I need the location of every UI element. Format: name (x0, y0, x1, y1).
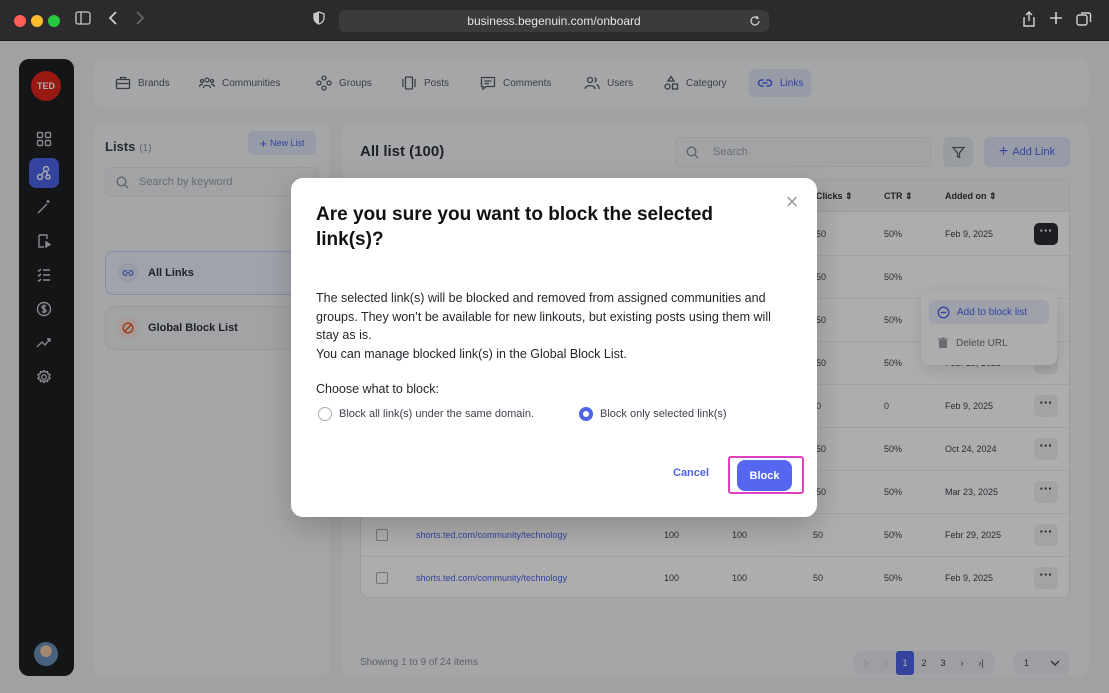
window-minimize-button[interactable] (31, 15, 43, 27)
radio-label: Block all link(s) under the same domain. (339, 408, 535, 420)
choose-label: Choose what to block: (316, 382, 439, 396)
dialog-description-note: You can manage blocked link(s) in the Gl… (316, 346, 627, 361)
window-close-button[interactable] (14, 15, 26, 27)
shield-icon (313, 11, 325, 30)
radio-circle[interactable] (579, 407, 593, 421)
dialog-description-text: The selected link(s) will be blocked and… (316, 291, 771, 342)
sidebar-toggle-icon[interactable] (75, 11, 91, 30)
browser-toolbar: business.begenuin.com/onboard (0, 0, 1109, 41)
tab-overview-icon[interactable] (1076, 11, 1092, 32)
new-tab-icon[interactable] (1049, 11, 1063, 30)
radio-block-selected[interactable]: Block only selected link(s) (579, 407, 727, 421)
share-icon[interactable] (1022, 11, 1036, 32)
back-icon[interactable] (108, 11, 118, 30)
cancel-button[interactable]: Cancel (673, 467, 709, 479)
radio-circle[interactable] (318, 407, 332, 421)
close-icon[interactable]: × (781, 191, 803, 214)
url-text: business.begenuin.com/onboard (467, 14, 641, 28)
radio-label: Block only selected link(s) (600, 408, 727, 420)
block-confirmation-dialog: × Are you sure you want to block the sel… (291, 178, 817, 517)
address-bar[interactable]: business.begenuin.com/onboard (339, 10, 769, 32)
reload-icon[interactable] (749, 14, 761, 32)
dialog-description: The selected link(s) will be blocked and… (316, 289, 786, 363)
dialog-title: Are you sure you want to block the selec… (316, 204, 713, 250)
block-button[interactable]: Block (737, 460, 792, 491)
window-zoom-button[interactable] (48, 15, 60, 27)
forward-icon[interactable] (135, 11, 145, 30)
radio-block-domain[interactable]: Block all link(s) under the same domain. (318, 407, 534, 421)
